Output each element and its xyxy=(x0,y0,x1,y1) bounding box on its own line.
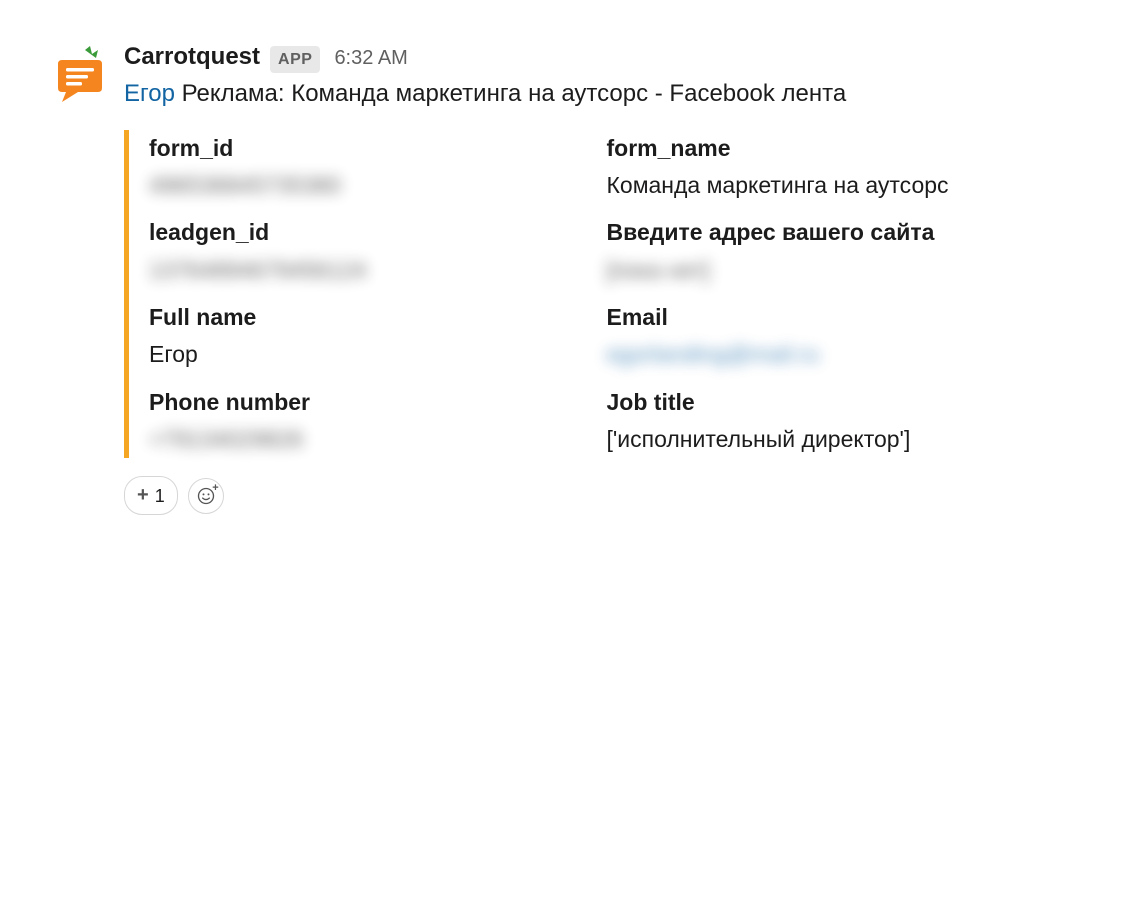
field-label: Введите адрес вашего сайта xyxy=(607,216,1025,249)
field-label: Email xyxy=(607,301,1025,334)
attachment-block: form_id 496536845735380 form_name Команд… xyxy=(124,130,1024,459)
field-email: Email egorlanding@mail.ru xyxy=(607,301,1025,372)
message-body: Carrotquest APP 6:32 AM Егор Реклама: Ко… xyxy=(124,40,1075,515)
reaction-add-count[interactable]: + 1 xyxy=(124,476,178,515)
plus-icon: + xyxy=(137,481,149,510)
field-label: Phone number xyxy=(149,386,567,419)
field-label: leadgen_id xyxy=(149,216,567,249)
app-badge: APP xyxy=(270,46,320,73)
plus-icon: + xyxy=(212,481,218,497)
message-header: Carrotquest APP 6:32 AM xyxy=(124,40,1075,75)
field-form-id: form_id 496536845735380 xyxy=(149,132,567,203)
field-label: form_name xyxy=(607,132,1025,165)
message-link[interactable]: Егор xyxy=(124,80,175,107)
add-reaction-button[interactable]: + xyxy=(188,478,224,514)
field-site-address: Введите адрес вашего сайта [пока нет] xyxy=(607,216,1025,287)
sender-name[interactable]: Carrotquest xyxy=(124,40,260,75)
field-value-redacted: +79134029826 xyxy=(149,423,567,456)
slack-message: Carrotquest APP 6:32 AM Егор Реклама: Ко… xyxy=(50,40,1075,515)
field-value: Егор xyxy=(149,338,567,371)
field-label: Full name xyxy=(149,301,567,334)
field-value-redacted: [пока нет] xyxy=(607,254,1025,287)
app-avatar[interactable] xyxy=(50,44,110,104)
field-label: Job title xyxy=(607,386,1025,419)
reactions-bar: + 1 + xyxy=(124,476,1075,515)
field-value: ['исполнительный директор'] xyxy=(607,423,1025,456)
field-value-redacted: 496536845735380 xyxy=(149,169,567,202)
field-job-title: Job title ['исполнительный директор'] xyxy=(607,386,1025,457)
carrot-icon xyxy=(50,44,110,104)
message-text: Егор Реклама: Команда маркетинга на аутс… xyxy=(124,77,1075,112)
field-leadgen-id: leadgen_id 13764894679456124 xyxy=(149,216,567,287)
field-value-redacted: 13764894679456124 xyxy=(149,254,567,287)
message-timestamp[interactable]: 6:32 AM xyxy=(334,44,407,73)
field-value: Команда маркетинга на аутсорс xyxy=(607,169,1025,202)
field-form-name: form_name Команда маркетинга на аутсорс xyxy=(607,132,1025,203)
field-label: form_id xyxy=(149,132,567,165)
field-full-name: Full name Егор xyxy=(149,301,567,372)
message-text-rest: Реклама: Команда маркетинга на аутсорс -… xyxy=(175,80,846,107)
field-value-redacted[interactable]: egorlanding@mail.ru xyxy=(607,338,1025,371)
field-phone: Phone number +79134029826 xyxy=(149,386,567,457)
reaction-count: 1 xyxy=(155,483,165,509)
